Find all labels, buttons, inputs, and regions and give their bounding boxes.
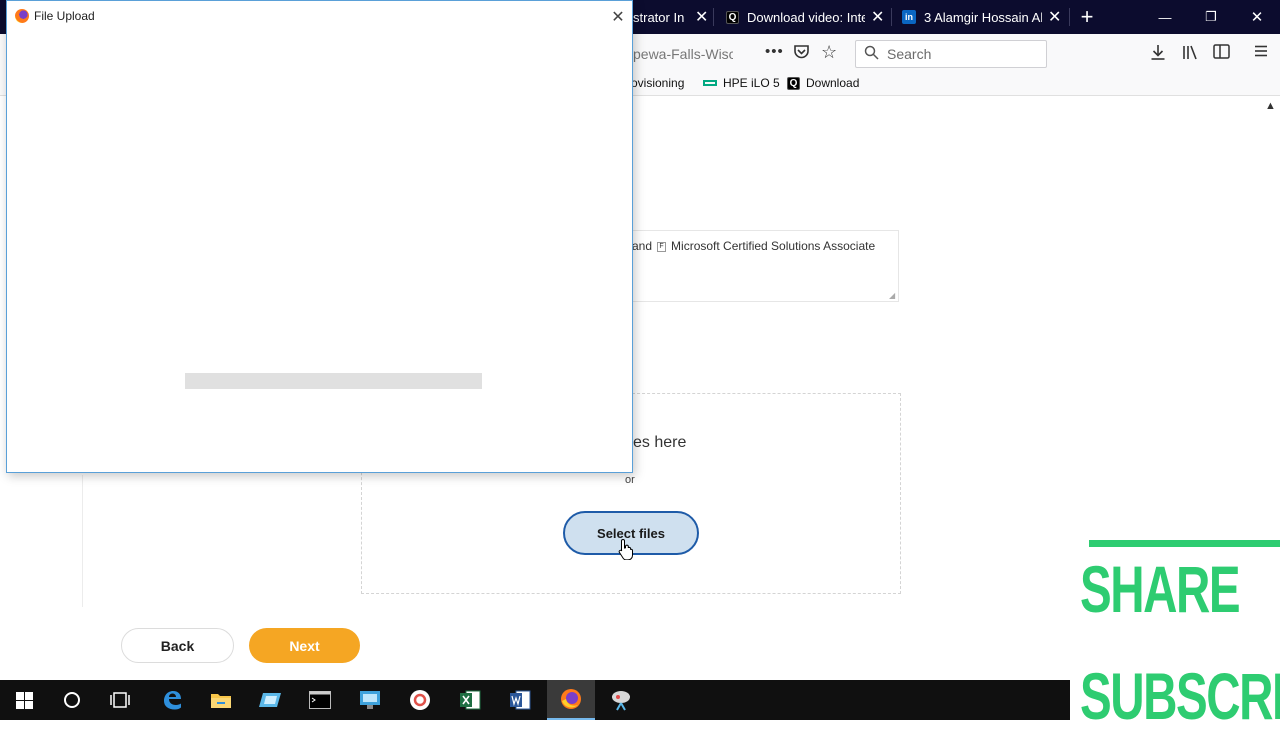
bookmark-hpe-ilo[interactable]: HPE iLO 5 [703,76,780,90]
hand-cursor-icon [618,538,634,565]
dialog-close-button[interactable]: ✕ [607,5,629,27]
bookmark-download[interactable]: Q Download [787,76,859,90]
minimize-button[interactable]: — [1142,0,1188,34]
restore-button[interactable]: ❐ [1188,0,1234,34]
hpe-icon [703,80,717,86]
tab-label: Download video: Intell [747,9,865,25]
next-button[interactable]: Next [249,628,360,663]
pocket-icon[interactable] [793,44,810,65]
textarea-text-post: Microsoft Certified Solutions Associate [671,239,876,253]
tab-administrator[interactable]: strator In ✕ [633,0,713,34]
quora-icon: Q [787,76,800,90]
edge-browser-icon[interactable] [148,680,196,720]
command-prompt-icon[interactable] [296,680,344,720]
textarea-content: and F Microsoft Certified Solutions Associ… [632,239,875,253]
tab-close-icon[interactable]: ✕ [871,7,884,27]
or-separator: or [625,474,635,486]
search-box[interactable] [855,40,1047,68]
url-bar[interactable]: pewa-Falls-Wisc [633,46,733,62]
remote-desktop-icon[interactable] [346,680,394,720]
resize-grip-icon[interactable]: ◢ [889,291,895,300]
search-input[interactable] [887,46,1037,62]
app-icon[interactable] [597,680,645,720]
tab-close-icon[interactable]: ✕ [695,7,708,27]
bookmark-star-icon[interactable]: ☆ [821,42,837,63]
search-icon [864,45,879,64]
dialog-title: File Upload [34,9,95,23]
app-icon[interactable] [247,680,295,720]
tab-separator [713,8,714,26]
linkedin-icon: in [902,10,916,24]
loading-progress-bar [185,373,482,389]
menu-icon[interactable] [1254,44,1268,63]
drop-files-text: es here [633,434,687,451]
new-tab-button[interactable]: + [1076,0,1098,34]
overlay-green-bar [1089,540,1280,547]
tab-separator [891,8,892,26]
page-actions-icon[interactable]: ••• [765,43,784,60]
file-explorer-icon[interactable] [197,680,245,720]
app-icon[interactable] [396,680,444,720]
tab-download-video[interactable]: Q Download video: Intell ✕ [726,0,891,34]
firefox-icon [15,9,29,23]
back-button[interactable]: Back [121,628,234,663]
subscribe-overlay-text: SUBSCRIB [1080,659,1280,733]
scroll-up-icon[interactable]: ▲ [1265,100,1276,112]
tab-linkedin-profile[interactable]: in 3 Alamgir Hossain Aka ✕ [902,0,1067,34]
cortana-search-icon[interactable] [48,680,96,720]
task-view-icon[interactable] [96,680,144,720]
quora-icon: Q [726,10,739,24]
library-icon[interactable] [1182,44,1199,65]
windows-start-icon[interactable] [0,680,48,720]
share-overlay-text: SHARE [1080,552,1241,626]
tab-label: 3 Alamgir Hossain Aka [924,9,1042,25]
bookmark-label: ovisioning [631,76,685,90]
bookmark-provisioning[interactable]: ovisioning [631,76,684,90]
textarea-text-pre: and [632,239,653,253]
window-close-button[interactable]: ✕ [1234,0,1280,34]
bookmark-label: HPE iLO 5 [723,76,780,90]
firefox-taskbar-icon[interactable] [547,680,595,720]
excel-icon[interactable] [446,680,494,720]
tab-separator [1069,8,1070,26]
downloads-icon[interactable] [1150,44,1166,65]
tab-label: strator In [633,9,685,25]
file-upload-dialog: File Upload ✕ [6,0,633,473]
content-divider [82,475,83,607]
sidebar-icon[interactable] [1213,44,1230,64]
word-icon[interactable] [496,680,544,720]
bookmark-label: Download [806,76,860,90]
tab-close-icon[interactable]: ✕ [1048,7,1061,27]
missing-glyph-icon: F [657,241,667,252]
dialog-titlebar[interactable] [7,1,632,32]
